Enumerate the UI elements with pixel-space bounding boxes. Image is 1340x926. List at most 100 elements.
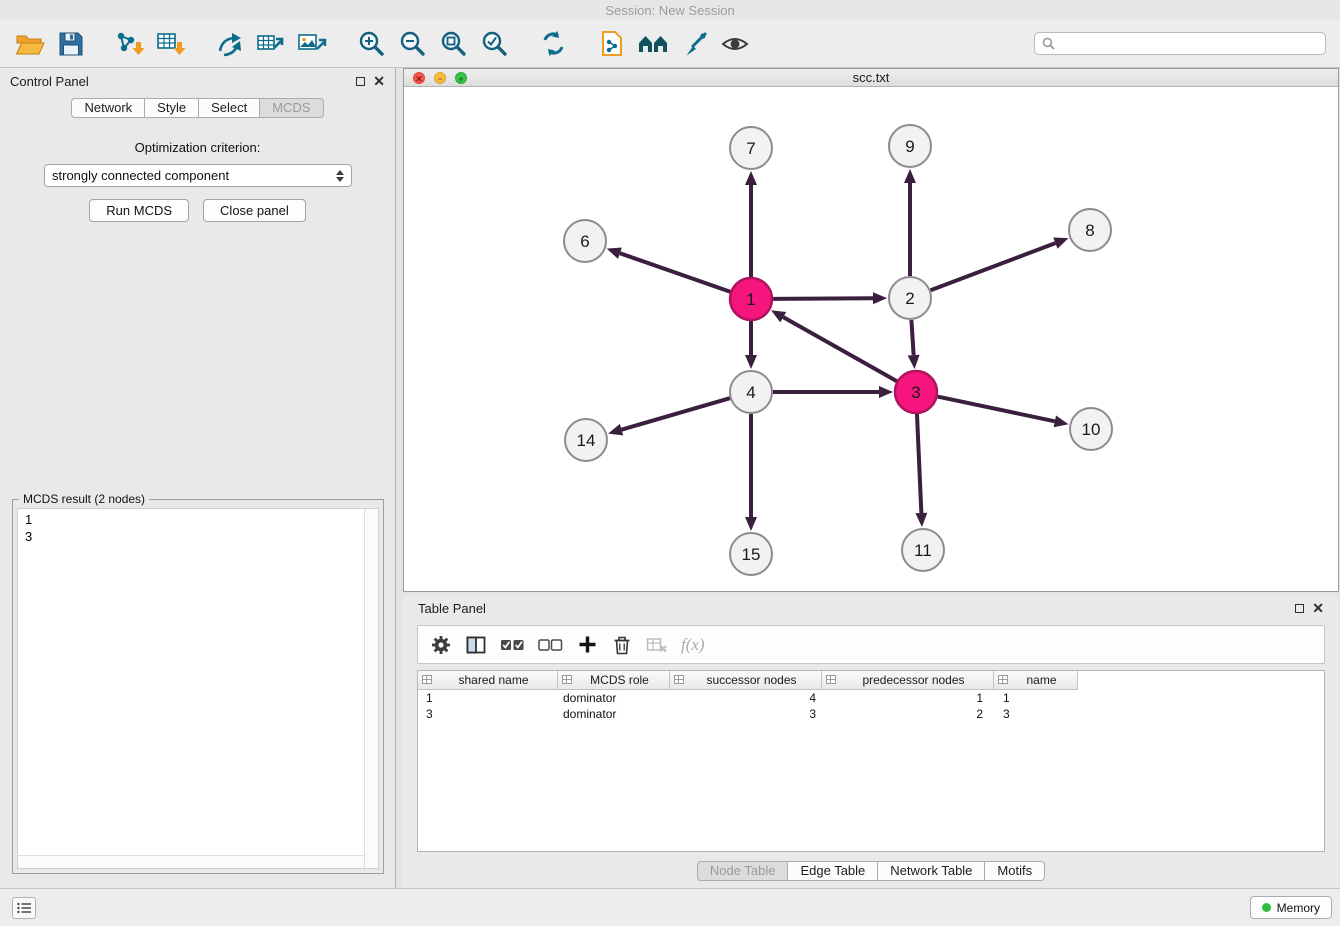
graph-node-2[interactable]: 2 <box>889 277 931 319</box>
window-title: Session: New Session <box>605 3 734 18</box>
control-tab-mcds[interactable]: MCDS <box>259 98 323 118</box>
gear-icon <box>431 635 451 655</box>
window-close-icon[interactable]: ✕ <box>413 72 425 84</box>
delete-column-button[interactable] <box>611 633 633 657</box>
column-header-predecessor-nodes[interactable]: predecessor nodes <box>822 671 994 690</box>
table-cell: dominator <box>558 707 670 721</box>
graph-node-9[interactable]: 9 <box>889 125 931 167</box>
zoom-fit-button[interactable] <box>435 26 471 62</box>
graph-node-14[interactable]: 14 <box>565 419 607 461</box>
graph-canvas[interactable]: 7 9 6 8 1 2 4 3 14 10 15 11 <box>404 88 1338 592</box>
column-sort-icon <box>998 675 1008 684</box>
graph-edge-2-3[interactable] <box>911 320 913 355</box>
column-header-MCDS-role[interactable]: MCDS role <box>558 671 670 690</box>
table-settings-button[interactable] <box>430 633 452 657</box>
export-image-button[interactable] <box>294 26 330 62</box>
float-panel-icon[interactable] <box>356 77 365 86</box>
add-column-button[interactable] <box>576 633 598 657</box>
graph-edge-2-8[interactable] <box>931 243 1056 290</box>
window-minimize-icon[interactable]: − <box>434 72 446 84</box>
deselect-all-button[interactable] <box>538 633 563 657</box>
delete-table-button[interactable] <box>646 633 668 657</box>
control-tab-network[interactable]: Network <box>71 98 145 118</box>
new-network-button[interactable] <box>212 26 248 62</box>
memory-button[interactable]: Memory <box>1250 896 1332 919</box>
control-tab-select[interactable]: Select <box>198 98 260 118</box>
svg-text:7: 7 <box>746 139 755 158</box>
graph-edge-1-6[interactable] <box>620 253 730 292</box>
clone-network-button[interactable] <box>594 26 630 62</box>
import-table-button[interactable] <box>153 26 189 62</box>
graph-edge-3-10[interactable] <box>938 397 1055 422</box>
column-header-successor-nodes[interactable]: successor nodes <box>670 671 822 690</box>
control-panel-title: Control Panel <box>10 74 89 89</box>
function-builder-button[interactable]: f(x) <box>681 633 705 657</box>
zoom-selected-icon <box>481 30 508 57</box>
apply-layout-button[interactable] <box>535 26 571 62</box>
close-panel-button[interactable]: Close panel <box>203 199 306 222</box>
run-mcds-button[interactable]: Run MCDS <box>89 199 189 222</box>
table-row[interactable]: 1dominator411 <box>418 690 1324 706</box>
graph-edge-1-2[interactable] <box>773 298 873 299</box>
toolbar-separator <box>335 43 348 44</box>
combobox-arrows-icon <box>336 170 344 182</box>
column-header-name[interactable]: name <box>994 671 1078 690</box>
column-header-label: MCDS role <box>558 673 669 687</box>
graph-edge-4-14[interactable] <box>622 398 730 430</box>
close-panel-icon[interactable]: ✕ <box>373 74 385 88</box>
column-header-shared-name[interactable]: shared name <box>418 671 558 690</box>
toolbar-separator <box>94 43 107 44</box>
network-window-title: scc.txt <box>404 70 1338 85</box>
graph-node-11[interactable]: 11 <box>902 529 944 571</box>
table-tab-edge-table[interactable]: Edge Table <box>787 861 878 881</box>
graph-node-7[interactable]: 7 <box>730 127 772 169</box>
optimization-criterion-select[interactable]: strongly connected component <box>44 164 352 187</box>
graph-edge-3-1[interactable] <box>783 317 897 381</box>
svg-text:9: 9 <box>905 137 914 156</box>
svg-text:6: 6 <box>580 232 589 251</box>
checked-boxes-icon <box>500 637 525 653</box>
mcds-result-title: MCDS result (2 nodes) <box>19 492 149 506</box>
table-row[interactable]: 3dominator323 <box>418 706 1324 722</box>
task-history-button[interactable] <box>12 897 36 919</box>
select-all-button[interactable] <box>500 633 525 657</box>
zoom-out-button[interactable] <box>394 26 430 62</box>
control-tab-style[interactable]: Style <box>144 98 199 118</box>
graph-node-15[interactable]: 15 <box>730 533 772 575</box>
graph-node-3[interactable]: 3 <box>895 371 937 413</box>
table-cell: 1 <box>822 691 994 705</box>
first-neighbors-button[interactable] <box>635 26 671 62</box>
search-icon <box>1042 37 1055 50</box>
graph-node-1[interactable]: 1 <box>730 278 772 320</box>
close-panel-icon[interactable]: ✕ <box>1312 601 1324 615</box>
table-tab-node-table[interactable]: Node Table <box>697 861 789 881</box>
column-sort-icon <box>826 675 836 684</box>
apply-style-button[interactable] <box>676 26 712 62</box>
columns-icon <box>466 636 486 654</box>
float-panel-icon[interactable] <box>1295 604 1304 613</box>
search-input[interactable] <box>1060 37 1318 51</box>
open-session-button[interactable] <box>12 26 48 62</box>
show-columns-button[interactable] <box>465 633 487 657</box>
graph-node-8[interactable]: 8 <box>1069 209 1111 251</box>
table-header-row: shared nameMCDS rolesuccessor nodesprede… <box>418 671 1324 690</box>
graph-node-10[interactable]: 10 <box>1070 408 1112 450</box>
graph-node-4[interactable]: 4 <box>730 371 772 413</box>
main-toolbar <box>0 20 1340 68</box>
table-tab-network-table[interactable]: Network Table <box>877 861 985 881</box>
table-cell: 3 <box>670 707 822 721</box>
zoom-in-button[interactable] <box>353 26 389 62</box>
graph-node-6[interactable]: 6 <box>564 220 606 262</box>
save-session-button[interactable] <box>53 26 89 62</box>
zoom-selected-button[interactable] <box>476 26 512 62</box>
import-network-button[interactable] <box>112 26 148 62</box>
window-zoom-icon[interactable]: + <box>455 72 467 84</box>
toolbar-separator <box>194 43 207 44</box>
search-box[interactable] <box>1034 32 1326 55</box>
table-tab-motifs[interactable]: Motifs <box>984 861 1045 881</box>
table-panel-title: Table Panel <box>418 601 486 616</box>
export-network-button[interactable] <box>253 26 289 62</box>
mcds-result-list[interactable]: 13 <box>17 508 379 869</box>
show-details-button[interactable] <box>717 26 753 62</box>
graph-edge-3-11[interactable] <box>917 414 921 513</box>
